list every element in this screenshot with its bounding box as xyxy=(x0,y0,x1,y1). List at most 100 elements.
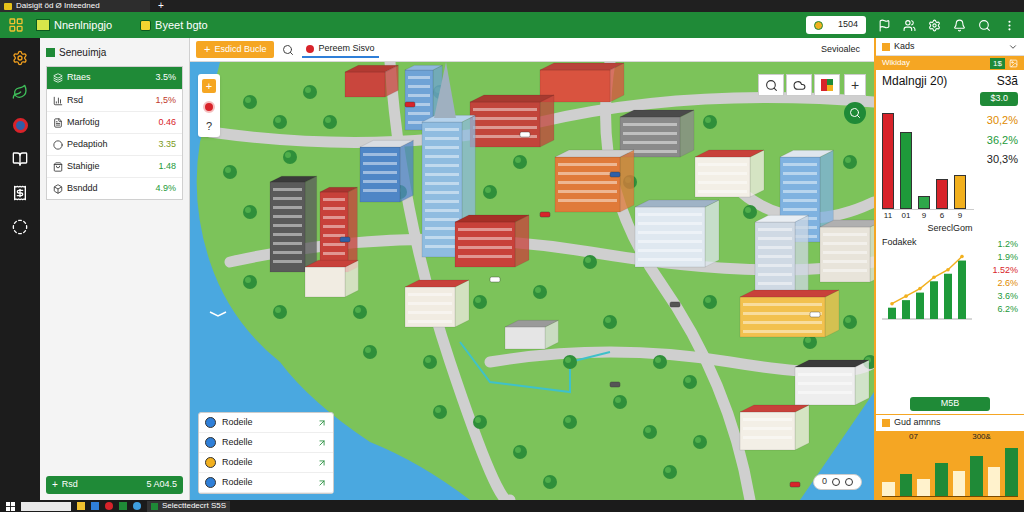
list-item[interactable]: Marfotig0.46 xyxy=(47,111,182,133)
mini-bar[interactable] xyxy=(953,471,966,496)
users-icon[interactable] xyxy=(903,19,916,32)
value-button[interactable]: $3.0 xyxy=(980,92,1018,106)
mini-bar[interactable] xyxy=(1005,448,1018,496)
chevron-icon[interactable] xyxy=(1008,42,1018,52)
layer-row[interactable]: Rodeile xyxy=(199,453,333,473)
add-tool[interactable]: + xyxy=(202,79,216,93)
zoom-in-button[interactable]: + xyxy=(844,74,866,96)
building[interactable] xyxy=(345,65,398,97)
map-area[interactable]: +?+RodeileRedelleRodeileRodeile0 xyxy=(190,62,874,500)
building[interactable] xyxy=(820,220,874,282)
list-item[interactable]: Pedaptioh3.35 xyxy=(47,133,182,155)
book-icon[interactable] xyxy=(12,151,28,167)
taskbar-app-icon[interactable] xyxy=(91,502,99,510)
taskbar-search[interactable] xyxy=(21,502,71,511)
reading: 1.2% xyxy=(984,238,1018,251)
tree xyxy=(273,115,287,129)
view-toggle[interactable]: 0 xyxy=(813,474,862,490)
mini-bar[interactable] xyxy=(917,479,930,496)
building[interactable] xyxy=(740,290,839,337)
building[interactable] xyxy=(405,280,469,327)
taskbar-app-icon[interactable] xyxy=(119,502,127,510)
list-item[interactable]: Rtaes3.5% xyxy=(47,67,182,89)
list-item[interactable]: Stahigie1.48 xyxy=(47,155,182,177)
project-selector[interactable]: Byeet bgto xyxy=(140,17,208,34)
building[interactable] xyxy=(740,405,809,450)
reading: 1.9% xyxy=(984,251,1018,264)
search-icon[interactable] xyxy=(282,44,294,56)
mini-bar[interactable] xyxy=(935,463,948,496)
taskbar-app[interactable]: Selecttedecrt S5S xyxy=(147,501,230,512)
add-button[interactable]: +Esdicd Bucle xyxy=(196,41,274,58)
globe-icon[interactable] xyxy=(13,118,28,133)
line-chart-bar[interactable] xyxy=(944,274,952,319)
building[interactable] xyxy=(635,200,719,267)
marker-icon[interactable] xyxy=(203,101,215,113)
building[interactable] xyxy=(795,360,869,405)
action-button[interactable]: M5B xyxy=(910,397,990,411)
leaf-icon[interactable] xyxy=(12,84,28,100)
cloud-button[interactable] xyxy=(786,74,812,96)
building[interactable] xyxy=(695,150,764,197)
locate-button[interactable] xyxy=(844,102,866,124)
apps-grid-icon[interactable] xyxy=(8,17,24,33)
building[interactable] xyxy=(505,320,558,349)
taskbar-app-icon[interactable] xyxy=(77,502,85,510)
chart-bar[interactable] xyxy=(900,132,912,209)
building[interactable] xyxy=(555,150,634,212)
layer-row[interactable]: Rodeile xyxy=(199,413,333,433)
building[interactable] xyxy=(455,215,529,267)
footer-button[interactable]: +Rsd5 A04.5 xyxy=(46,476,183,494)
windows-logo-icon[interactable] xyxy=(6,502,15,511)
chart-bar[interactable] xyxy=(918,196,930,209)
reading: 2.6% xyxy=(984,277,1018,290)
new-tab-button[interactable]: + xyxy=(150,1,172,11)
browser-tab[interactable]: Daisigit öd Ø Inteedned xyxy=(0,0,150,12)
app-window: Daisigit öd Ø Inteedned+NnenlnipgjoByeet… xyxy=(0,0,1024,512)
line-chart-bar[interactable] xyxy=(888,308,896,319)
line-chart-bar[interactable] xyxy=(958,261,966,319)
loading-icon[interactable] xyxy=(12,219,28,235)
chart-bar[interactable] xyxy=(882,113,894,209)
building[interactable] xyxy=(755,215,808,297)
search-icon[interactable] xyxy=(978,19,991,32)
taskbar-app-icon[interactable] xyxy=(105,502,113,510)
layer-row[interactable]: Rodeile xyxy=(199,473,333,493)
building[interactable] xyxy=(470,95,554,147)
more-icon[interactable] xyxy=(1003,19,1016,32)
building[interactable] xyxy=(360,140,413,202)
line-chart-bar[interactable] xyxy=(916,293,924,319)
chart-bar[interactable] xyxy=(954,175,966,209)
mini-bar[interactable] xyxy=(988,467,1001,496)
line-chart-section: Fodakek1.2%1.9%1.52%2.6%3.6%6.2% xyxy=(876,236,1024,395)
taskbar-app-icon[interactable] xyxy=(133,502,141,510)
map-tab[interactable]: Pereem Sisvo xyxy=(302,41,378,58)
tree xyxy=(703,115,717,129)
list-item[interactable]: Rsd1,5% xyxy=(47,89,182,111)
mini-bar[interactable] xyxy=(900,474,913,496)
mini-bar[interactable] xyxy=(970,456,983,496)
chart-bar[interactable] xyxy=(936,179,948,209)
panel-icon xyxy=(882,419,890,427)
flag-icon[interactable] xyxy=(878,19,891,32)
gear-icon[interactable] xyxy=(12,50,28,66)
search-button[interactable] xyxy=(758,74,784,96)
mini-bar[interactable] xyxy=(882,482,895,496)
building[interactable] xyxy=(270,176,317,272)
bell-icon[interactable] xyxy=(953,19,966,32)
image-icon xyxy=(1009,59,1018,68)
icon-rail xyxy=(0,38,40,500)
help-tool[interactable]: ? xyxy=(206,121,212,132)
orange-strip[interactable]: Wikiday1$ xyxy=(876,56,1024,70)
gear-icon[interactable] xyxy=(928,19,941,32)
app-logo[interactable]: Nnenlnipgjo xyxy=(36,17,112,34)
layer-row[interactable]: Redelle xyxy=(199,433,333,453)
building[interactable] xyxy=(320,187,357,272)
flag-button[interactable] xyxy=(814,74,840,96)
receipt-icon[interactable] xyxy=(12,185,28,201)
counter-pill[interactable]: 1504 xyxy=(806,16,866,34)
line-chart-bar[interactable] xyxy=(902,300,910,319)
line-chart-bar[interactable] xyxy=(930,281,938,319)
building[interactable] xyxy=(305,260,358,297)
list-item[interactable]: Bsnddd4.9% xyxy=(47,177,182,199)
